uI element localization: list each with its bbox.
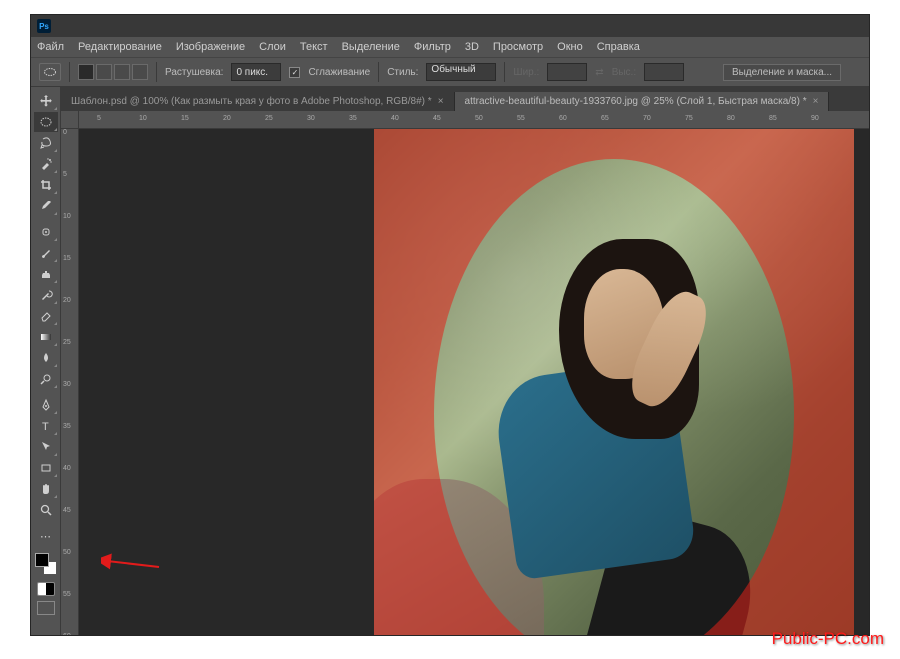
- foreground-color[interactable]: [35, 553, 49, 567]
- add-selection-button[interactable]: [96, 64, 112, 80]
- divider: [69, 62, 70, 82]
- menu-window[interactable]: Окно: [557, 41, 583, 53]
- feather-input[interactable]: [231, 63, 281, 81]
- history-brush-tool[interactable]: [34, 285, 58, 305]
- app-logo: Ps: [37, 19, 51, 33]
- divider: [504, 62, 505, 82]
- divider: [156, 62, 157, 82]
- titlebar: Ps: [31, 15, 869, 37]
- menu-view[interactable]: Просмотр: [493, 41, 543, 53]
- options-bar: Растушевка: ✓ Сглаживание Стиль: Обычный…: [31, 57, 869, 87]
- menu-layers[interactable]: Слои: [259, 41, 286, 53]
- swap-icon: ⇄: [595, 67, 603, 78]
- menubar: Файл Редактирование Изображение Слои Тек…: [31, 37, 869, 57]
- quick-selection-tool[interactable]: [34, 154, 58, 174]
- feather-label: Растушевка:: [165, 67, 223, 78]
- width-label: Шир.:: [513, 67, 539, 78]
- screen-mode-button[interactable]: [37, 601, 55, 615]
- menu-file[interactable]: Файл: [37, 41, 64, 53]
- style-select[interactable]: Обычный: [426, 63, 496, 81]
- vertical-ruler[interactable]: 051015202530354045505560: [61, 129, 79, 635]
- workspace: Шаблон.psd @ 100% (Как размыть края у фо…: [61, 87, 869, 635]
- canvas-area: 51015202530354045505560657075808590 0510…: [61, 111, 869, 635]
- tab-title: Шаблон.psd @ 100% (Как размыть края у фо…: [71, 96, 432, 107]
- antialias-checkbox[interactable]: ✓: [289, 67, 300, 78]
- tool-preset-picker[interactable]: [39, 63, 61, 81]
- height-label: Выс.:: [612, 67, 636, 78]
- zoom-tool[interactable]: [34, 500, 58, 520]
- intersect-selection-button[interactable]: [132, 64, 148, 80]
- toolbox: T ⋯: [31, 87, 61, 635]
- subtract-selection-button[interactable]: [114, 64, 130, 80]
- svg-text:T: T: [42, 421, 49, 433]
- spot-healing-tool[interactable]: [34, 222, 58, 242]
- menu-select[interactable]: Выделение: [342, 41, 400, 53]
- photoshop-window: Ps Файл Редактирование Изображение Слои …: [30, 14, 870, 636]
- quick-mask-overlay: [374, 129, 854, 635]
- new-selection-button[interactable]: [78, 64, 94, 80]
- pen-tool[interactable]: [34, 395, 58, 415]
- lasso-tool[interactable]: [34, 133, 58, 153]
- crop-tool[interactable]: [34, 175, 58, 195]
- document-tabs: Шаблон.psd @ 100% (Как размыть края у фо…: [61, 87, 869, 111]
- rectangle-tool[interactable]: [34, 458, 58, 478]
- antialias-label: Сглаживание: [308, 67, 370, 78]
- tab-title: attractive-beautiful-beauty-1933760.jpg …: [465, 96, 807, 107]
- dodge-tool[interactable]: [34, 369, 58, 389]
- horizontal-ruler[interactable]: 51015202530354045505560657075808590: [79, 111, 869, 129]
- menu-image[interactable]: Изображение: [176, 41, 245, 53]
- ruler-origin[interactable]: [61, 111, 79, 129]
- menu-edit[interactable]: Редактирование: [78, 41, 162, 53]
- divider: [378, 62, 379, 82]
- type-tool[interactable]: T: [34, 416, 58, 436]
- edit-toolbar-button[interactable]: ⋯: [34, 526, 58, 546]
- eraser-tool[interactable]: [34, 306, 58, 326]
- canvas-background[interactable]: [79, 129, 869, 635]
- gradient-tool[interactable]: [34, 327, 58, 347]
- quick-mask-toggle[interactable]: [37, 582, 55, 596]
- menu-3d[interactable]: 3D: [465, 41, 479, 53]
- select-and-mask-button[interactable]: Выделение и маска...: [723, 64, 841, 81]
- clone-stamp-tool[interactable]: [34, 264, 58, 284]
- main-area: T ⋯ Шаблон.psd @ 100% (Как размыть края …: [31, 87, 869, 635]
- menu-help[interactable]: Справка: [597, 41, 640, 53]
- blur-tool[interactable]: [34, 348, 58, 368]
- move-tool[interactable]: [34, 91, 58, 111]
- hand-tool[interactable]: [34, 479, 58, 499]
- close-icon[interactable]: ×: [813, 96, 819, 107]
- brush-tool[interactable]: [34, 243, 58, 263]
- style-label: Стиль:: [387, 67, 418, 78]
- eyedropper-tool[interactable]: [34, 196, 58, 216]
- tab-template[interactable]: Шаблон.psd @ 100% (Как размыть края у фо…: [61, 92, 455, 111]
- elliptical-marquee-tool[interactable]: [34, 112, 58, 132]
- menu-text[interactable]: Текст: [300, 41, 328, 53]
- selection-mode-buttons: [78, 64, 148, 80]
- height-input: [644, 63, 684, 81]
- color-swatches[interactable]: [35, 553, 57, 575]
- path-selection-tool[interactable]: [34, 437, 58, 457]
- document-canvas[interactable]: [374, 129, 854, 635]
- tab-photo[interactable]: attractive-beautiful-beauty-1933760.jpg …: [455, 92, 830, 111]
- width-input: [547, 63, 587, 81]
- close-icon[interactable]: ×: [438, 96, 444, 107]
- menu-filter[interactable]: Фильтр: [414, 41, 451, 53]
